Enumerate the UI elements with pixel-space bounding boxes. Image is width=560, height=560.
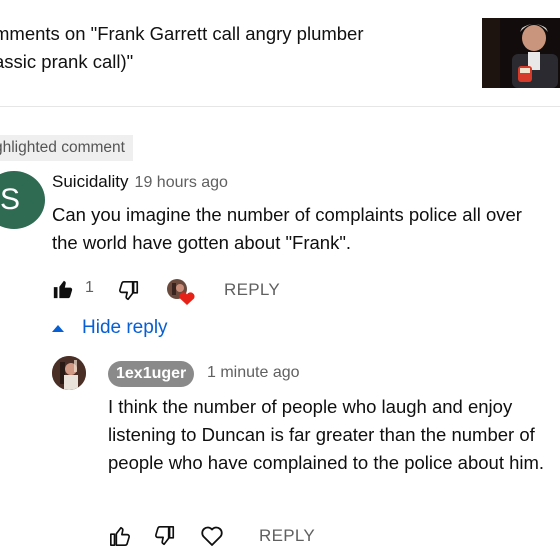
header-title-line2: assic prank call)" [0,51,134,72]
highlighted-comment-label: ghlighted comment [0,135,133,161]
reply-like-button[interactable] [109,525,131,547]
like-button[interactable] [52,278,74,300]
thumbs-down-icon [155,526,175,546]
comment-timestamp[interactable]: 19 hours ago [135,174,228,191]
hide-reply-label: Hide reply [82,317,168,338]
caret-up-icon [52,324,64,332]
like-count: 1 [85,279,94,296]
reply-dislike-button[interactable] [154,525,176,547]
dislike-button[interactable] [118,280,140,302]
thumbnail-image [482,18,560,88]
reply-reply-button[interactable]: REPLY [259,526,315,546]
creator-heart-icon [167,279,195,305]
comment-author-name[interactable]: Suicidality [52,172,129,191]
video-thumbnail[interactable] [482,18,560,88]
thumbs-up-icon [110,526,130,546]
reply-author-name[interactable]: 1ex1uger [108,361,195,387]
header-title-line1: mments on "Frank Garrett call angry plum… [0,23,364,44]
header-divider [0,106,560,107]
heart-icon [201,526,223,546]
reply-button[interactable]: REPLY [224,280,280,300]
commenter-avatar[interactable]: S [0,171,45,229]
thumbs-down-icon [119,281,139,301]
avatar-image [52,356,86,390]
comments-header-title: mments on "Frank Garrett call angry plum… [0,20,414,76]
comment-text: Can you imagine the number of complaints… [52,204,522,253]
reply-author-avatar[interactable] [52,356,86,390]
hide-reply-toggle[interactable]: Hide reply [51,317,168,339]
reply-heart-button[interactable] [200,525,224,547]
reply-text: I think the number of people who laugh a… [108,396,545,473]
creator-heart [166,278,198,306]
comment-author-line: Suicidality 19 hours ago [52,172,228,192]
reply-timestamp[interactable]: 1 minute ago [207,364,300,382]
thumbs-up-filled-icon [53,280,73,299]
